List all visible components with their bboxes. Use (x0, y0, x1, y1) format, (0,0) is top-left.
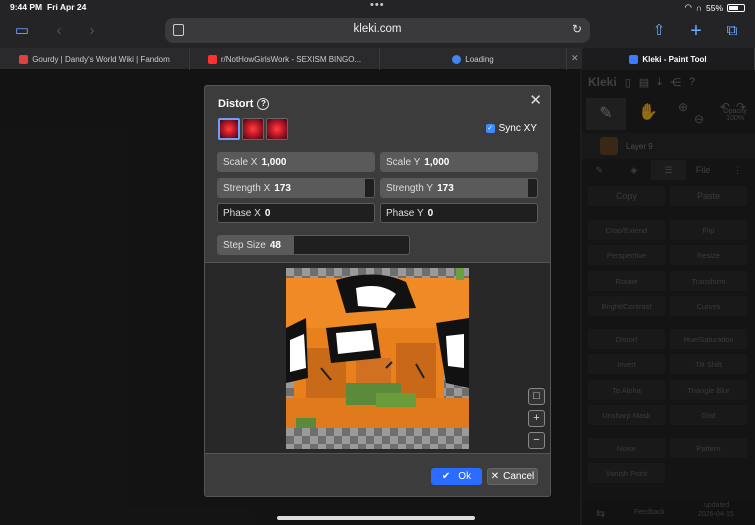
wifi-icon: ◠ (684, 2, 692, 12)
sidebar-toggle-icon[interactable]: ▭ (12, 21, 32, 41)
google-icon (452, 54, 462, 64)
step-size-value: 48 (269, 240, 281, 251)
checkbox-checked-icon: ✓ (485, 124, 495, 133)
scale-x-value: 1,000 (261, 157, 287, 168)
cancel-button[interactable]: ✕ Cancel (487, 468, 538, 485)
sync-xy-label: Sync XY (498, 123, 537, 134)
forward-icon[interactable]: › (82, 21, 102, 41)
scale-x-slider[interactable]: Scale X 1,000 (217, 152, 375, 172)
distort-type-1[interactable] (218, 118, 240, 140)
address-bar[interactable]: kleki.com ↻ (165, 18, 590, 43)
home-indicator[interactable] (277, 516, 475, 520)
tabs-overview-icon[interactable]: ⧉ (722, 21, 742, 41)
browser-toolbar: ▭ ‹ › kleki.com ↻ ⇧ + ⧉ (0, 14, 755, 48)
reload-icon[interactable]: ↻ (572, 22, 582, 36)
back-icon[interactable]: ‹ (49, 21, 69, 41)
tab-reddit[interactable]: r/NotHowGirlsWork - SEXISM BINGO... (190, 48, 380, 70)
phase-y-slider[interactable]: Phase Y0 (380, 203, 538, 223)
tab-loading[interactable]: Loading (380, 48, 567, 70)
status-date: Fri Apr 24 (47, 2, 87, 12)
strength-x-value: 173 (274, 183, 291, 194)
ok-button[interactable]: ✔ Ok (431, 468, 482, 485)
distort-preview-image (286, 268, 469, 449)
close-icon[interactable]: ✕ (529, 91, 542, 109)
scale-y-slider[interactable]: Scale Y 1,000 (380, 152, 538, 172)
zoom-in-button[interactable]: + (528, 410, 545, 427)
tab-bar: Gourdy | Dandy's World Wiki | Fandom r/N… (0, 48, 755, 70)
sync-xy-checkbox[interactable]: ✓ Sync XY (485, 123, 537, 134)
multitask-dots[interactable]: ••• (370, 0, 385, 11)
close-tab-icon[interactable]: ✕ (571, 53, 579, 64)
phase-y-value: 0 (427, 208, 434, 219)
scale-y-value: 1,000 (424, 157, 450, 168)
headphones-icon: ∩ (695, 2, 702, 13)
step-size-slider[interactable]: Step Size 48 (217, 235, 410, 255)
sidebar-overlay (582, 70, 755, 525)
tab-gourdy[interactable]: Gourdy | Dandy's World Wiki | Fandom (0, 48, 190, 70)
new-tab-icon[interactable]: + (686, 21, 706, 41)
fit-view-button[interactable]: □ (528, 388, 545, 405)
help-icon[interactable]: ? (257, 98, 270, 110)
battery-icon (727, 3, 745, 12)
distort-type-3[interactable] (266, 118, 288, 140)
close-icon: ✕ (490, 471, 500, 482)
tab-kleki[interactable]: Kleki - Paint Tool (582, 48, 755, 70)
kleki-icon (629, 54, 639, 64)
dialog-title: Distort (218, 98, 254, 110)
distort-type-2[interactable] (242, 118, 264, 140)
status-time: 9:44 PM (10, 2, 43, 12)
url-text: kleki.com (353, 23, 402, 35)
battery-percent: 55% (705, 2, 723, 13)
zoom-out-button[interactable]: − (528, 432, 545, 449)
phase-x-slider[interactable]: Phase X0 (217, 203, 375, 223)
status-bar: 9:44 PM Fri Apr 24 ••• ◠ ∩ 55% (0, 0, 755, 14)
strength-x-slider[interactable]: Strength X 173 (217, 178, 375, 198)
youtube-icon (207, 54, 217, 64)
strength-y-value: 173 (437, 183, 454, 194)
check-icon: ✔ (441, 471, 451, 482)
preview-area[interactable]: □ + − (205, 262, 550, 454)
phase-x-value: 0 (264, 208, 271, 219)
fandom-icon (19, 54, 29, 64)
strength-y-slider[interactable]: Strength Y 173 (380, 178, 538, 198)
share-icon[interactable]: ⇧ (649, 21, 669, 41)
distort-dialog: Distort ? ✕ ✓ Sync XY Scale X 1,000 Scale… (204, 85, 551, 497)
